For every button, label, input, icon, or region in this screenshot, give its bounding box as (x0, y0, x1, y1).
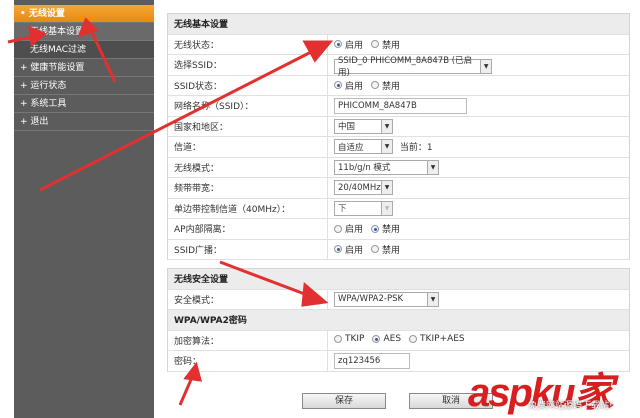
arrow-head-icon (301, 282, 329, 307)
arrow-head-icon (302, 40, 334, 63)
arrow-icon (39, 48, 316, 192)
annotation-arrows (7, 17, 334, 406)
arrow-icon (219, 260, 311, 298)
arrow-head-icon (183, 361, 203, 382)
watermark-tagline: 免费网站源码下载站! (528, 401, 613, 411)
arrow-icon (88, 27, 117, 83)
arrow-head-icon (28, 25, 47, 47)
